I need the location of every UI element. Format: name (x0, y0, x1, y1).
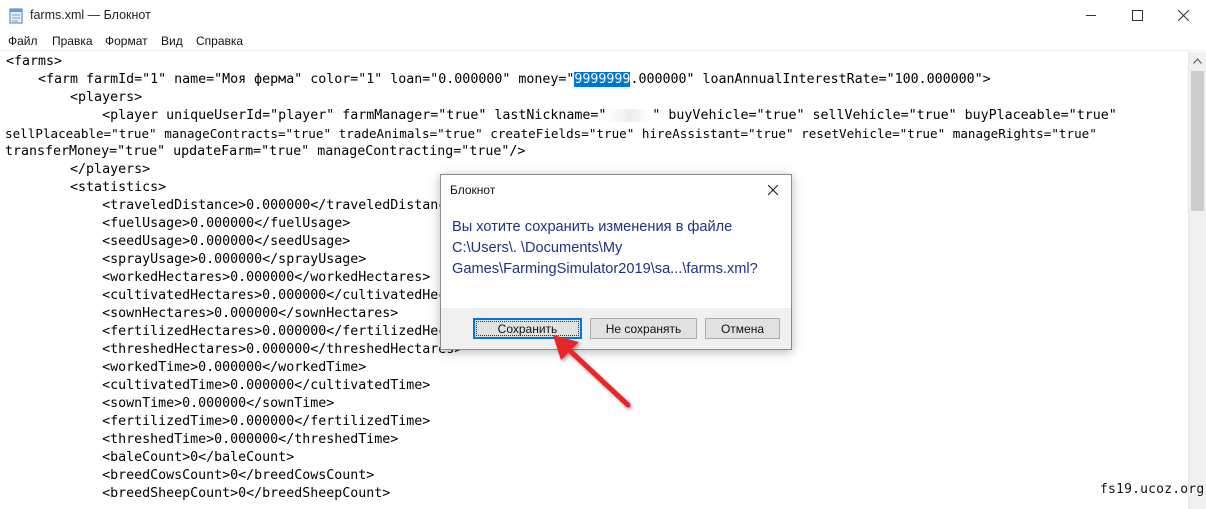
code-line: <fertilizedTime>0.000000</fertilizedTime… (6, 414, 431, 429)
dialog-message: Вы хотите сохранить изменения в файле C:… (452, 217, 787, 280)
maximize-button[interactable] (1114, 0, 1160, 31)
minimize-icon (1085, 15, 1096, 16)
code-line: <threshedTime>0.000000</threshedTime> (6, 432, 399, 447)
code-line: <fuelUsage>0.000000</fuelUsage> (6, 216, 351, 231)
annotation-arrow-icon (553, 335, 631, 408)
window-title: farms.xml — Блокнот (30, 8, 151, 22)
dialog-message-line: Вы хотите сохранить изменения в файле (452, 219, 733, 235)
scroll-thumb[interactable] (1191, 71, 1204, 211)
code-line: <player uniqueUserId="player" farmManage… (6, 108, 1117, 123)
dialog-close-button[interactable] (759, 178, 787, 202)
close-icon (768, 185, 778, 195)
dialog-message-line: C:\Users\. \Documents\My (452, 240, 623, 256)
code-line: <statistics> (6, 180, 167, 195)
title-bar: farms.xml — Блокнот (0, 0, 1206, 31)
menu-edit[interactable]: Правка (52, 34, 93, 48)
code-line: <players> (6, 90, 143, 105)
code-line: <farms> (6, 54, 63, 69)
code-line: transferMoney="true" updateFarm="true" m… (5, 144, 526, 159)
menu-file[interactable]: Файл (8, 34, 38, 48)
code-line: <sownTime>0.000000</sownTime> (6, 396, 335, 411)
code-line: <baleCount>0</baleCount> (6, 450, 295, 465)
code-line: <workedTime>0.000000</workedTime> (6, 360, 367, 375)
menu-view[interactable]: Вид (161, 34, 183, 48)
minimize-button[interactable] (1068, 0, 1114, 31)
menu-format[interactable]: Формат (105, 34, 148, 48)
close-icon (1177, 10, 1189, 21)
notepad-icon (9, 8, 23, 24)
text-selection: 9999999 (574, 72, 631, 87)
code-line: <breedSheepCount>0</breedSheepCount> (6, 486, 391, 501)
maximize-icon (1131, 10, 1143, 21)
cancel-button-label: Отмена (720, 321, 765, 336)
vertical-scrollbar[interactable] (1188, 52, 1206, 509)
chevron-up-icon (1193, 57, 1202, 64)
code-line: <cultivatedHectares>0.000000</cultivated… (6, 288, 495, 303)
redacted-nickname (606, 108, 653, 122)
code-line: sellPlaceable="true" manageContracts="tr… (5, 126, 1097, 141)
code-line: <sownHectares>0.000000</sownHectares> (6, 306, 399, 321)
code-line: <workedHectares>0.000000</workedHectares… (6, 270, 431, 285)
code-line: <sprayUsage>0.000000</sprayUsage> (6, 252, 367, 267)
code-line: <cultivatedTime>0.000000</cultivatedTime… (6, 378, 431, 393)
cancel-button[interactable]: Отмена (705, 318, 780, 339)
menu-bar: Файл Правка Формат Вид Справка (0, 31, 1206, 51)
code-line: <threshedHectares>0.000000</threshedHect… (6, 342, 463, 357)
code-line: <traveledDistance>0.000000</traveledDist… (6, 198, 463, 213)
code-line: <fertilizedHectares>0.000000</fertilized… (6, 324, 495, 339)
close-button[interactable] (1160, 0, 1206, 31)
scroll-up-button[interactable] (1189, 52, 1206, 69)
watermark-text: fs19.ucoz.org (1100, 482, 1205, 497)
code-line: <breedCowsCount>0</breedCowsCount> (6, 468, 375, 483)
code-line: </players> (6, 162, 151, 177)
code-line: <farm farmId="1" name="Моя ферма" color=… (6, 72, 991, 87)
save-changes-dialog: Блокнот Вы хотите сохранить изменения в … (440, 174, 792, 350)
menu-help[interactable]: Справка (196, 34, 243, 48)
dialog-title: Блокнот (450, 183, 496, 197)
dialog-message-line: Games\FarmingSimulator2019\sa...\farms.x… (452, 261, 758, 277)
code-line: <seedUsage>0.000000</seedUsage> (6, 234, 351, 249)
